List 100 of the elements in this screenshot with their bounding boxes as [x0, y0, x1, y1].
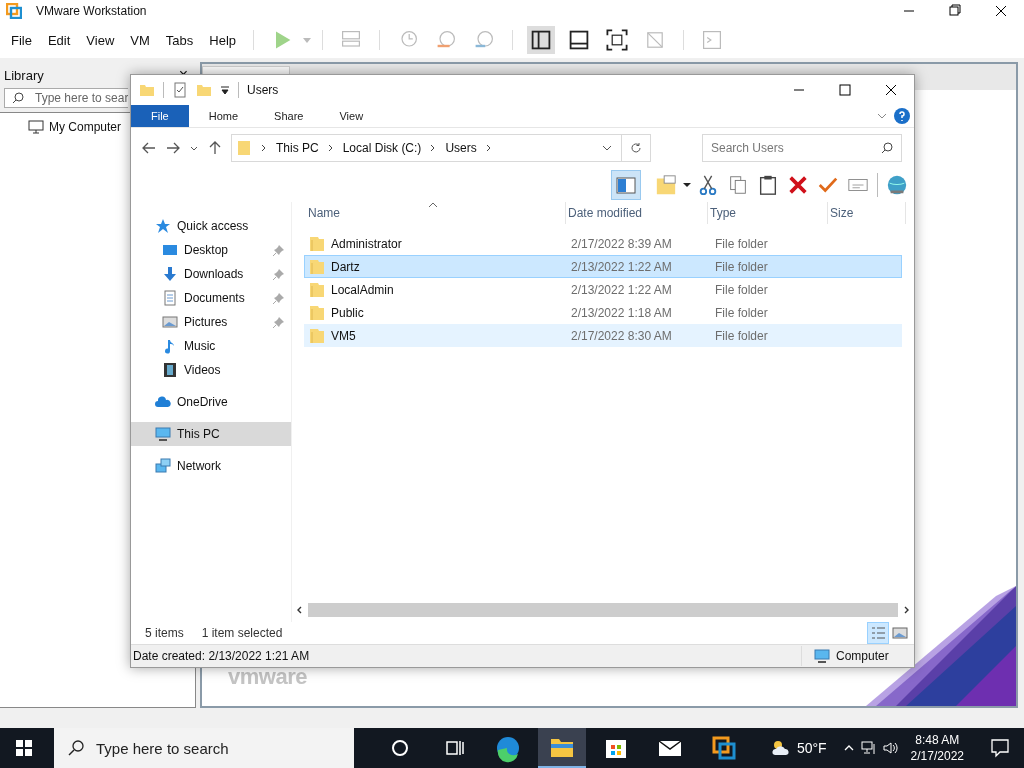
tree-item[interactable]: My Computer	[0, 117, 126, 137]
ribbon-tab[interactable]: View	[321, 105, 382, 127]
logo-text: vmware	[228, 664, 307, 690]
network-icon	[155, 458, 171, 474]
nav-item[interactable]: Documents	[131, 286, 291, 310]
nav-item[interactable]: Desktop	[131, 238, 291, 262]
ribbon-tab[interactable]: Share	[256, 105, 322, 127]
file-row[interactable]: Public 2/13/2022 1:18 AM File folder	[304, 301, 902, 324]
sort-caret-icon	[428, 202, 438, 208]
nav-item[interactable]: This PC	[131, 422, 291, 446]
table-cell-text: 2/13/2022 1:22 AM	[570, 259, 673, 274]
refresh-icon[interactable]	[630, 142, 642, 154]
column-header[interactable]: Name	[306, 202, 566, 224]
table-cell-text: File folder	[714, 305, 769, 320]
table-cell-text: File folder	[714, 282, 769, 297]
file-name: VM5	[331, 328, 356, 343]
column-header[interactable]: Date modified	[566, 202, 708, 224]
network-icon[interactable]	[860, 740, 877, 756]
clock-time[interactable]: 8:48 AM	[915, 732, 960, 748]
ribbon-tab[interactable]: Home	[190, 105, 257, 127]
menu-item[interactable]: Tabs	[158, 32, 201, 48]
properties-icon[interactable]	[172, 82, 188, 98]
scrollbar-thumb[interactable]	[308, 603, 898, 617]
file-name: Administrator	[331, 236, 402, 251]
folder-icon	[139, 82, 155, 98]
folder-icon	[309, 258, 325, 275]
scroll-right-icon[interactable]	[902, 606, 910, 614]
speaker-icon[interactable]	[882, 740, 899, 756]
address-bar[interactable]: This PC Local Disk (C:) Users	[231, 134, 651, 162]
menu-item[interactable]: VM	[123, 32, 157, 48]
nav-item[interactable]: Music	[131, 334, 291, 358]
breadcrumb-item[interactable]: Users	[445, 141, 477, 155]
monitor-icon	[155, 426, 171, 442]
column-header[interactable]: Size	[828, 202, 906, 224]
folder-icon	[309, 327, 325, 344]
nav-item[interactable]: Quick access	[131, 214, 291, 238]
item-count: 5 items	[145, 626, 184, 640]
ribbon-tab[interactable]: File	[131, 105, 189, 127]
search-field[interactable]: Search Users	[702, 134, 902, 162]
file-name: Public	[331, 305, 364, 320]
menu-item[interactable]: Help	[202, 32, 244, 48]
caret-icon[interactable]	[683, 181, 691, 189]
folder-app-icon[interactable]	[538, 728, 586, 768]
search-field[interactable]: Type here to sear	[4, 88, 128, 108]
nav-item[interactable]: OneDrive	[131, 390, 291, 414]
scroll-left-icon[interactable]	[296, 606, 304, 614]
monitor-icon	[28, 119, 44, 135]
search-icon	[881, 142, 893, 154]
detail-text: Date created: 2/13/2022 1:21 AM	[133, 649, 310, 663]
breadcrumb-item[interactable]: Local Disk (C:)	[342, 141, 422, 155]
dropdown-icon[interactable]	[220, 85, 230, 95]
search-field[interactable]: Type here to search	[54, 728, 354, 768]
star-icon	[155, 218, 171, 234]
cloud-icon	[155, 394, 171, 410]
monitor-icon	[814, 648, 830, 664]
folder-icon	[236, 140, 252, 156]
folder-icon	[309, 235, 325, 252]
column-header[interactable]: Type	[708, 202, 828, 224]
library-view-icon[interactable]	[527, 26, 556, 54]
weather-icon[interactable]	[770, 738, 791, 758]
folder-icon	[309, 281, 325, 298]
nav-item[interactable]: Network	[131, 454, 291, 478]
document-icon	[162, 290, 178, 306]
preview-pane-icon[interactable]	[611, 170, 641, 200]
nav-item[interactable]: Downloads	[131, 262, 291, 286]
menu-item[interactable]: Edit	[40, 32, 78, 48]
breadcrumb-item[interactable]: This PC	[276, 141, 319, 155]
table-cell-text: File folder	[714, 259, 769, 274]
search-icon	[12, 92, 24, 104]
menu-item[interactable]: View	[79, 32, 122, 48]
file-name: LocalAdmin	[331, 282, 394, 297]
location-text: Computer	[836, 649, 890, 663]
file-row[interactable]: Dartz 2/13/2022 1:22 AM File folder	[304, 255, 902, 278]
forward-icon[interactable]	[165, 140, 181, 156]
table-cell-text: 2/13/2022 1:18 AM	[570, 305, 673, 320]
window-title: VMware Workstation	[36, 4, 147, 18]
file-row[interactable]: LocalAdmin 2/13/2022 1:22 AM File folder	[304, 278, 902, 301]
clock-date[interactable]: 2/17/2022	[910, 748, 964, 764]
folder-icon	[309, 304, 325, 321]
menu-item[interactable]: File	[4, 32, 39, 48]
nav-item[interactable]: Videos	[131, 358, 291, 382]
table-cell-text: File folder	[714, 236, 769, 251]
nav-item[interactable]: Pictures	[131, 310, 291, 334]
table-cell-text: 2/13/2022 1:22 AM	[570, 282, 673, 297]
selection-count: 1 item selected	[201, 626, 283, 640]
picture-icon	[162, 314, 178, 330]
file-row[interactable]: Administrator 2/17/2022 8:39 AM File folder	[304, 232, 902, 255]
weather-text[interactable]: 50°F	[796, 740, 827, 756]
help-icon[interactable]	[894, 108, 910, 124]
chevron-icon	[260, 144, 268, 152]
film-icon	[162, 362, 178, 378]
search-icon	[68, 740, 84, 756]
table-cell-text: File folder	[714, 328, 769, 343]
download-icon	[162, 266, 178, 282]
table-cell-text: 2/17/2022 8:30 AM	[570, 328, 673, 343]
desktop-icon	[162, 242, 178, 258]
window-title: Users	[247, 83, 279, 97]
file-row[interactable]: VM5 2/17/2022 8:30 AM File folder	[304, 324, 902, 347]
back-icon[interactable]	[141, 140, 157, 156]
up-icon[interactable]	[207, 140, 223, 156]
